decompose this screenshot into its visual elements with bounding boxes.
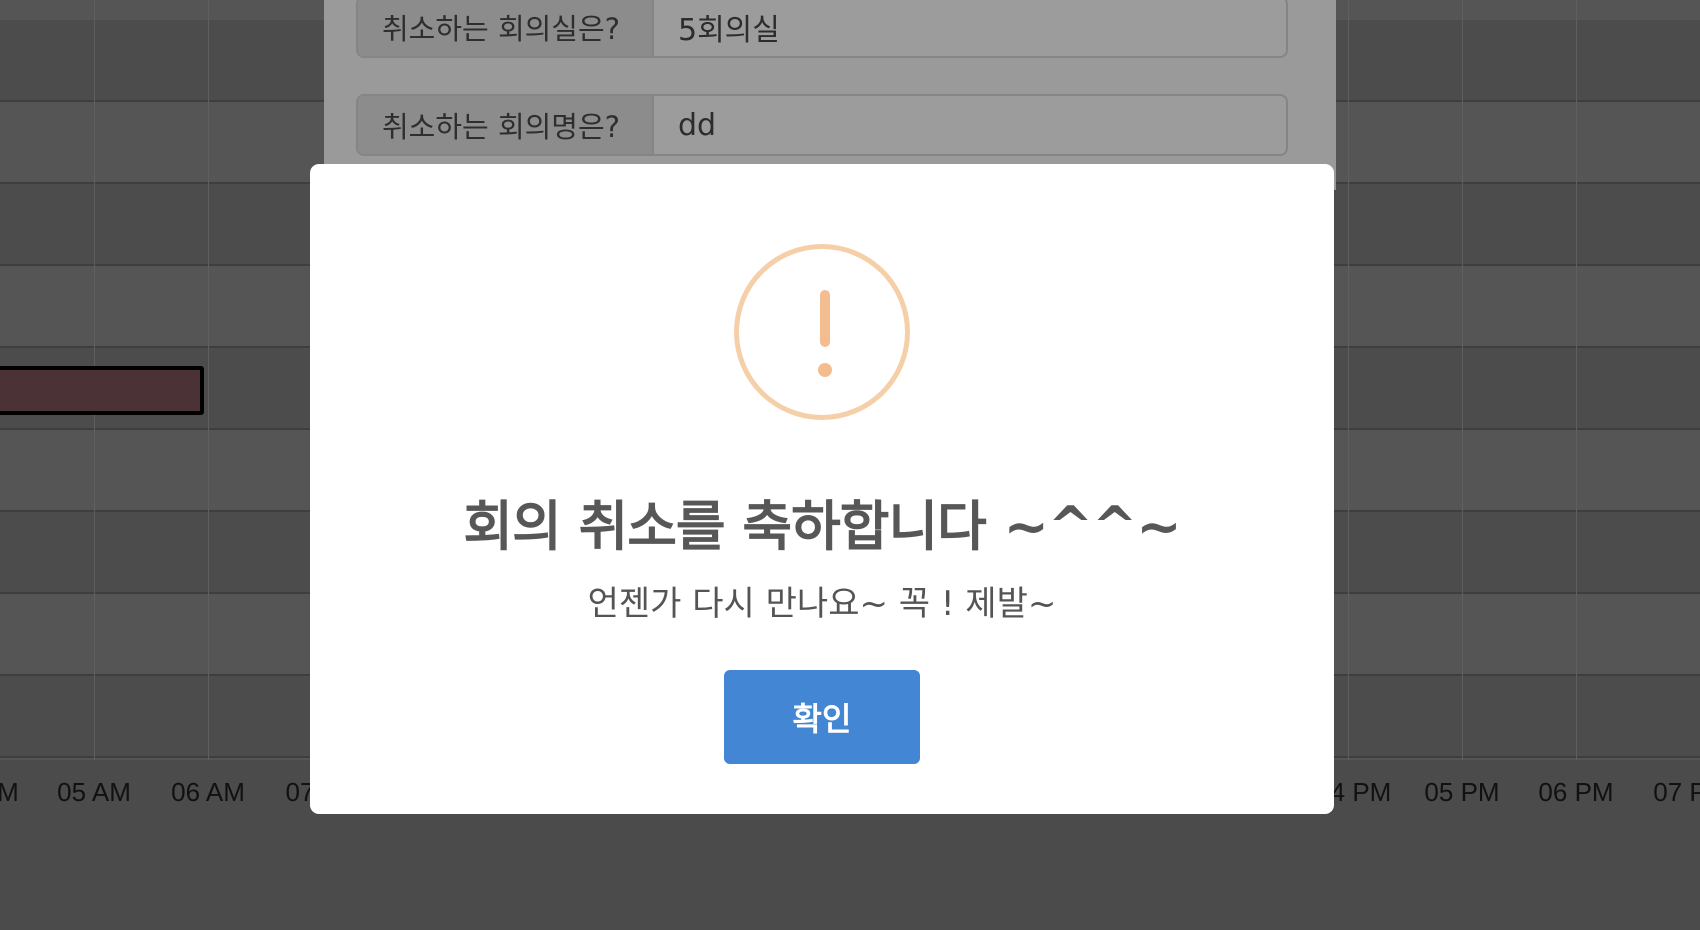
- time-tick-label: M: [0, 777, 19, 807]
- exclamation-bar: [820, 290, 830, 347]
- time-tick-label: 4 PM: [1330, 777, 1392, 807]
- time-tick-label: 07 P: [1653, 777, 1700, 807]
- time-tick-label: 06 PM: [1538, 777, 1614, 807]
- booking-event-bar[interactable]: [0, 366, 204, 415]
- timeline-gridline: [1462, 0, 1463, 760]
- meeting-input-group: 취소하는 회의명은? dd: [356, 94, 1288, 156]
- exclamation-dot: [818, 363, 832, 377]
- time-tick-label: 06 AM: [171, 777, 245, 807]
- room-field[interactable]: 5회의실: [654, 0, 1286, 56]
- modal-message: 언젠가 다시 만나요~ 꼭 ! 제발~: [587, 584, 1057, 624]
- cancel-form-panel: 취소하는 회의실은? 5회의실 취소하는 회의명은? dd: [324, 0, 1336, 190]
- timeline-gridline: [208, 0, 209, 760]
- confirm-button[interactable]: 확인: [724, 670, 920, 764]
- alert-modal: 회의 취소를 축하합니다 ~^^~ 언젠가 다시 만나요~ 꼭 ! 제발~ 확인: [310, 164, 1334, 814]
- time-tick-label: 05 PM: [1424, 777, 1500, 807]
- room-field-label: 취소하는 회의실은?: [358, 0, 654, 56]
- timeline-gridline: [1348, 0, 1349, 760]
- meeting-name-field[interactable]: dd: [654, 96, 1286, 154]
- time-tick-label: 05 AM: [57, 777, 131, 807]
- meeting-field-label: 취소하는 회의명은?: [358, 96, 654, 154]
- exclamation-warning-icon: [734, 244, 910, 420]
- app-stage: M 05 AM 06 AM 07 4 PM 05 PM 06 PM 07 P 취…: [0, 0, 1700, 930]
- modal-title: 회의 취소를 축하합니다 ~^^~: [463, 495, 1181, 558]
- timeline-gridline: [1576, 0, 1577, 760]
- room-input-group: 취소하는 회의실은? 5회의실: [356, 0, 1288, 58]
